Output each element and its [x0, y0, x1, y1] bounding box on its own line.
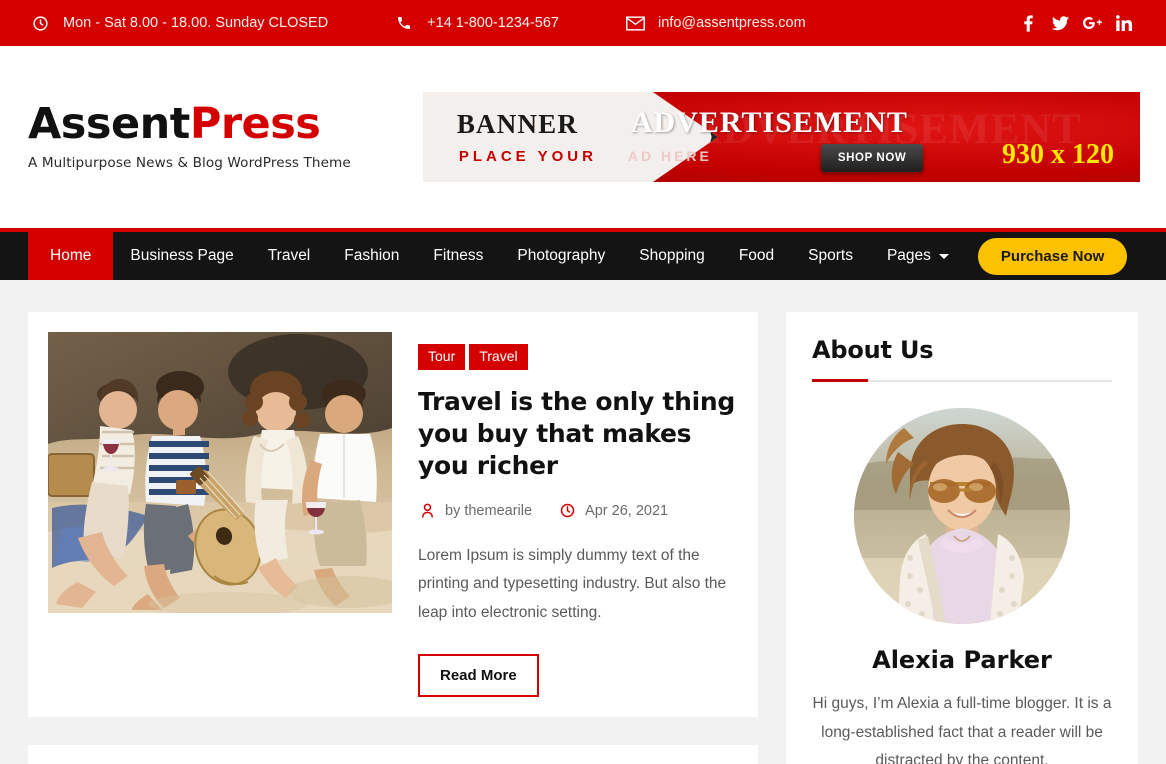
email-address-text: info@assentpress.com [658, 15, 806, 31]
nav-label: Fitness [433, 247, 484, 264]
nav-item-photography[interactable]: Photography [500, 232, 622, 280]
facebook-icon[interactable] [1012, 8, 1044, 38]
social-links [1012, 8, 1140, 38]
nav-item-food[interactable]: Food [722, 232, 791, 280]
nav-label: Food [738, 247, 775, 264]
nav-item-fitness[interactable]: Fitness [416, 232, 500, 280]
nav-item-shopping[interactable]: Shopping [622, 232, 722, 280]
post-date-text: Apr 26, 2021 [585, 502, 669, 519]
avatar [854, 408, 1070, 624]
business-hours-text: Mon - Sat 8.00 - 18.00. Sunday CLOSED [63, 15, 329, 31]
read-more-button[interactable]: Read More [418, 653, 539, 697]
purchase-now-button[interactable]: Purchase Now [977, 237, 1128, 275]
nav-label: Travel [267, 247, 311, 264]
banner-subtitle-right: AD HERE [627, 148, 712, 164]
author-portrait [854, 408, 1070, 624]
envelope-icon [625, 13, 645, 33]
nav-item-travel[interactable]: Travel [251, 232, 328, 280]
nav-label: Shopping [639, 247, 705, 264]
nav-item-home[interactable]: Home [28, 232, 114, 280]
phone-info[interactable]: +14 1-800-1234-567 [394, 13, 559, 33]
post-author[interactable]: by themearile [418, 502, 532, 520]
author-name: Alexia Parker [872, 646, 1052, 674]
top-info-bar: Mon - Sat 8.00 - 18.00. Sunday CLOSED +1… [0, 0, 1166, 46]
clock-icon [558, 502, 576, 520]
phone-number-text: +14 1-800-1234-567 [427, 15, 559, 31]
nav-item-pages[interactable]: Pages [870, 232, 966, 280]
banner-title-right: ADVERTISEMENT [630, 106, 908, 139]
about-us-widget: About Us Alexia Parker Hi guys, I’m Alex… [786, 312, 1138, 764]
nav-item-business-page[interactable]: Business Page [113, 232, 250, 280]
linkedin-icon[interactable] [1108, 8, 1140, 38]
post-title[interactable]: Travel is the only thing you buy that ma… [418, 386, 738, 482]
logo-text-accent: Press [189, 99, 321, 149]
main-navigation: Home Business Page Travel Fashion Fitnes… [0, 228, 1166, 280]
post-tags: Tour Travel [418, 344, 738, 370]
author-bio: Hi guys, I’m Alexia a full-time blogger.… [812, 695, 1112, 764]
post-body: Tour Travel Travel is the only thing you… [418, 332, 738, 697]
clock-icon [30, 13, 50, 33]
google-plus-icon[interactable] [1076, 8, 1108, 38]
nav-item-fashion[interactable]: Fashion [327, 232, 416, 280]
page-content: Tour Travel Travel is the only thing you… [0, 280, 1166, 764]
post-tag[interactable]: Travel [469, 344, 528, 370]
post-tag[interactable]: Tour [418, 344, 466, 370]
post-card: Delicious Food [28, 744, 758, 764]
nav-label: Home [50, 247, 92, 264]
phone-icon [394, 13, 414, 33]
nav-label: Business Page [130, 247, 234, 264]
nav-label: Fashion [344, 247, 400, 264]
nav-item-sports[interactable]: Sports [791, 232, 870, 280]
nav-label: Photography [517, 247, 606, 264]
widget-header: About Us [812, 336, 1112, 382]
business-hours: Mon - Sat 8.00 - 18.00. Sunday CLOSED [30, 13, 328, 33]
post-author-text: by themearile [445, 502, 533, 519]
post-excerpt: Lorem Ipsum is simply dummy text of the … [418, 546, 727, 622]
post-date: Apr 26, 2021 [558, 502, 668, 520]
logo-text: AssentPress [28, 103, 377, 146]
banner-advertisement[interactable]: ADVERTISEMENT BANNER ADVERTISEMENT PLACE… [422, 92, 1140, 182]
sidebar-column: About Us Alexia Parker Hi guys, I’m Alex… [786, 312, 1138, 764]
banner-shop-now-button[interactable]: SHOP NOW [820, 144, 924, 172]
banner-size-label: 930 x 120 [1002, 139, 1114, 170]
logo-text-primary: Assent [28, 99, 190, 149]
post-card: Tour Travel Travel is the only thing you… [28, 312, 758, 717]
widget-title: About Us [812, 336, 934, 364]
email-info[interactable]: info@assentpress.com [625, 13, 806, 33]
nav-cta-wrapper: Purchase Now [977, 232, 1128, 280]
post-list-column: Tour Travel Travel is the only thing you… [28, 312, 758, 764]
post-meta: by themearile Apr 26, 2021 [418, 502, 738, 520]
beach-friends-photo [48, 332, 392, 613]
site-logo[interactable]: AssentPress A Multipurpose News & Blog W… [26, 103, 377, 172]
banner-subtitle-left: PLACE YOUR [458, 148, 597, 165]
nav-label: Pages [886, 247, 931, 264]
post-thumbnail[interactable] [48, 332, 392, 613]
chevron-down-icon [938, 253, 949, 259]
user-icon [418, 502, 436, 520]
site-header: AssentPress A Multipurpose News & Blog W… [0, 46, 1166, 228]
nav-label: Sports [808, 247, 853, 264]
banner-title-left: BANNER [456, 109, 579, 139]
twitter-icon[interactable] [1044, 8, 1076, 38]
site-tagline: A Multipurpose News & Blog WordPress The… [28, 155, 351, 171]
